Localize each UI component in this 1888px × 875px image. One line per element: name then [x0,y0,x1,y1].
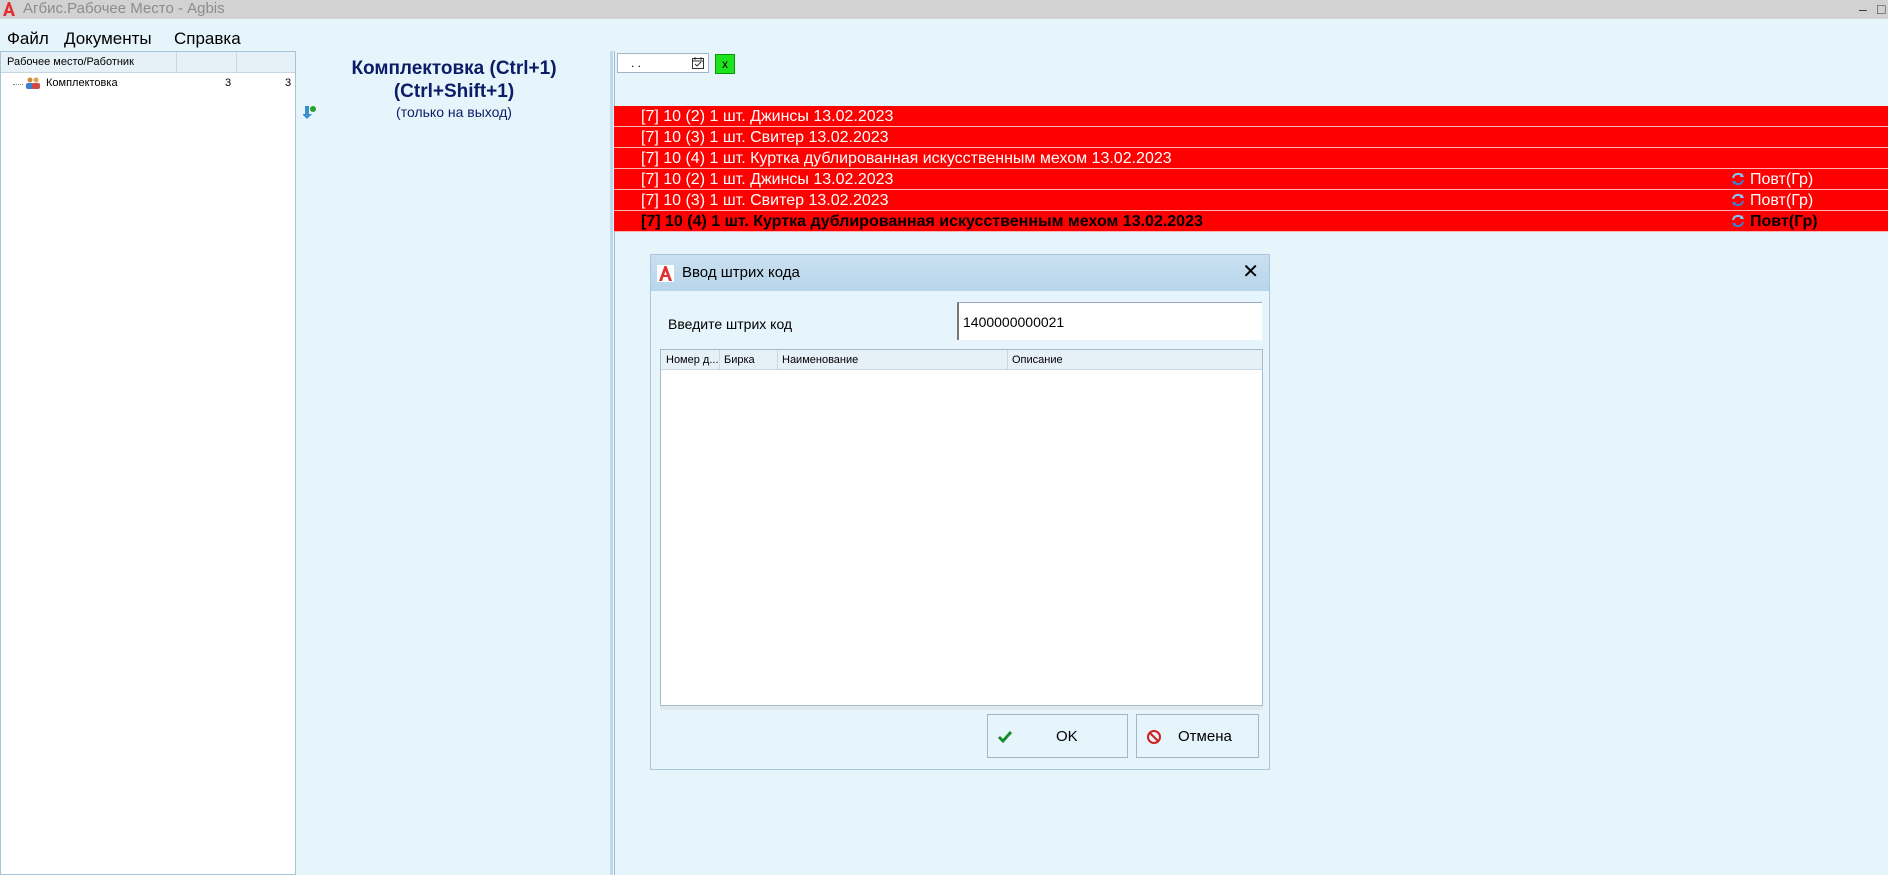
clear-date-button[interactable]: x [715,54,735,74]
maximize-button[interactable]: □ [1877,0,1885,18]
workplace-tree-header: Рабочее место/Работник [1,52,295,73]
tree-item-count: 3 [225,77,232,89]
window-title: Агбис.Рабочее Место - Agbis [23,0,225,17]
repeat-label: Повт(Гр) [1750,171,1814,188]
horizontal-scrollbar[interactable] [660,706,1263,710]
app-logo-icon [657,265,674,282]
repeat-label: Повт(Гр) [1750,192,1814,209]
order-row[interactable]: [7] 10 (2) 1 шт. Джинсы 13.02.2023 [614,106,1888,127]
barcode-input[interactable]: 1400000000021 [957,302,1262,340]
order-row[interactable]: [7] 10 (2) 1 шт. Джинсы 13.02.2023 Повт(… [614,169,1888,190]
app-logo-icon [3,2,15,16]
operation-title-line1: Комплектовка (Ctrl+1) [351,58,557,79]
order-text: [7] 10 (2) 1 шт. Джинсы 13.02.2023 [641,171,894,188]
repeat-icon [1732,193,1744,207]
date-input[interactable]: . . [617,53,709,73]
close-icon[interactable]: ✕ [1242,261,1259,283]
tree-item-label: Комплектовка [46,77,118,89]
operation-subtitle: (только на выход) [396,104,512,120]
order-text: [7] 10 (3) 1 шт. Свитер 13.02.2023 [641,192,889,209]
title-bar: Агбис.Рабочее Место - Agbis – □ [0,0,1888,19]
order-row-selected[interactable]: [7] 10 (4) 1 шт. Куртка дублированная ис… [614,211,1888,232]
order-text: [7] 10 (4) 1 шт. Куртка дублированная ис… [641,150,1172,167]
repeat-icon [1732,214,1744,228]
repeat-icon [1732,172,1744,186]
cancel-icon [1147,730,1161,744]
order-list: [7] 10 (2) 1 шт. Джинсы 13.02.2023 [7] 1… [614,106,1888,232]
order-text: [7] 10 (2) 1 шт. Джинсы 13.02.2023 [641,108,894,125]
menu-bar: Файл Документы Справка [0,19,1888,49]
column-header-name[interactable]: Наименование [782,354,858,366]
column-header-number[interactable]: Номер д... [666,354,719,366]
checkmark-icon [997,731,1013,744]
order-text: [7] 10 (4) 1 шт. Куртка дублированная ис… [641,213,1203,230]
column-divider [236,52,237,72]
minimize-button[interactable]: – [1859,0,1867,18]
calendar-icon[interactable] [692,57,704,69]
order-text: [7] 10 (3) 1 шт. Свитер 13.02.2023 [641,129,889,146]
cancel-button[interactable]: Отмена [1136,714,1259,758]
barcode-value: 1400000000021 [963,314,1065,330]
column-divider [777,350,778,369]
panel-splitter[interactable] [610,51,613,875]
order-row[interactable]: [7] 10 (3) 1 шт. Свитер 13.02.2023 [614,127,1888,148]
date-value: . . [631,56,642,70]
operation-title-line2: (Ctrl+Shift+1) [393,81,515,102]
dialog-header: Ввод штрих кода ✕ [651,255,1269,291]
barcode-label: Введите штрих код [668,316,793,332]
column-divider [176,52,177,72]
column-divider [1007,350,1008,369]
people-icon [26,77,40,89]
ok-button[interactable]: OK [987,714,1128,758]
workplace-column-header: Рабочее место/Работник [7,56,134,68]
tree-item-count: 3 [285,77,292,89]
ok-label: OK [1056,728,1078,745]
tree-item-kompletkovka[interactable]: Комплектовка 3 3 [1,74,295,92]
menu-file[interactable]: Файл [7,29,49,48]
operation-title: Комплектовка (Ctrl+1) (Ctrl+Shift+1) [297,57,611,103]
repeat-label: Повт(Гр) [1750,213,1818,230]
order-row[interactable]: [7] 10 (4) 1 шт. Куртка дублированная ис… [614,148,1888,169]
results-grid-header: Номер д... Бирка Наименование Описание [661,350,1262,370]
menu-help[interactable]: Справка [174,29,241,48]
order-row[interactable]: [7] 10 (3) 1 шт. Свитер 13.02.2023 Повт(… [614,190,1888,211]
cancel-label: Отмена [1178,728,1232,745]
column-header-description[interactable]: Описание [1012,354,1063,366]
results-grid[interactable]: Номер д... Бирка Наименование Описание [660,349,1263,706]
dialog-title: Ввод штрих кода [682,264,800,281]
operation-panel: Комплектовка (Ctrl+1) (Ctrl+Shift+1) (то… [297,51,609,875]
workplace-tree: Рабочее место/Работник Комплектовка 3 3 [0,51,296,875]
tree-connector [13,84,23,85]
column-header-tag[interactable]: Бирка [724,354,755,366]
column-divider [719,350,720,369]
barcode-dialog: Ввод штрих кода ✕ Введите штрих код 1400… [650,254,1270,770]
menu-documents[interactable]: Документы [64,29,152,48]
